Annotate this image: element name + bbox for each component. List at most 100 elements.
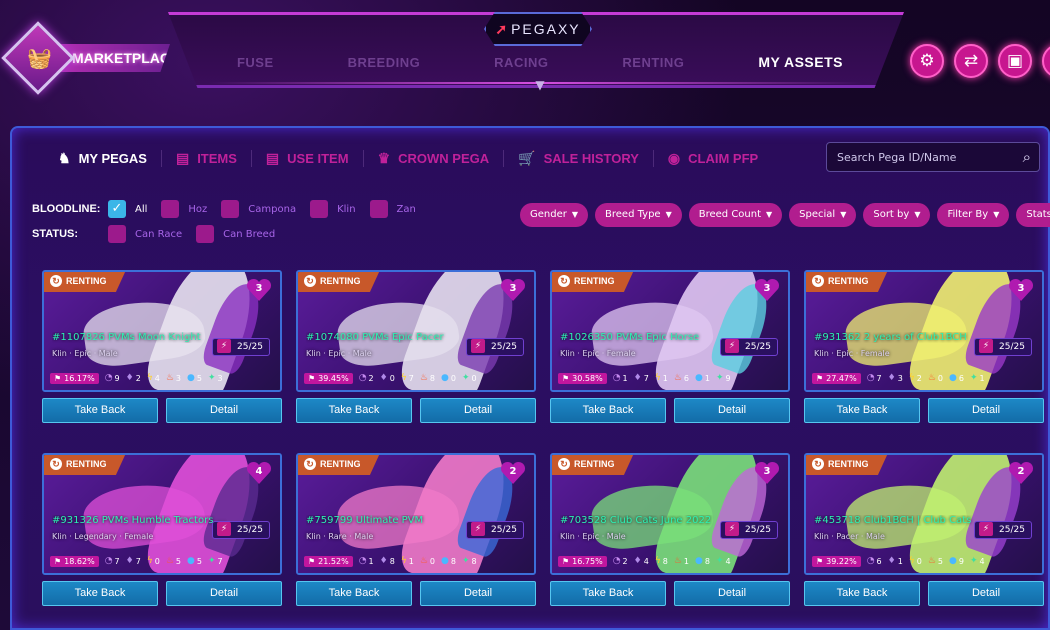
take-back-button[interactable]: Take Back <box>804 581 920 606</box>
bloodline-hoz-checkbox[interactable]: Hoz <box>161 200 207 218</box>
nav-tab-renting[interactable]: RENTING <box>622 55 684 70</box>
water-icon: ● <box>441 373 449 383</box>
speed-value: 2 <box>368 373 374 383</box>
settings-icon[interactable]: ⚙ <box>910 44 944 78</box>
wallet-icon[interactable]: ▣ <box>998 44 1032 78</box>
water-icon: ● <box>695 373 703 383</box>
bloodline-all-checkbox[interactable]: ✓ All <box>108 200 147 218</box>
pega-card[interactable]: ↻ RENTING 3 #1026350 PVMs Epic Horse Klin… <box>550 270 790 428</box>
detail-button[interactable]: Detail <box>928 398 1044 423</box>
bloodline-klin-checkbox[interactable]: Klin <box>310 200 356 218</box>
tab-sale-history[interactable]: 🛒 SALE HISTORY <box>504 149 654 167</box>
tab-my-pegas[interactable]: ♞ MY PEGAS <box>44 149 162 167</box>
nav-tab-breeding[interactable]: BREEDING <box>348 55 421 70</box>
pega-card-frame[interactable]: ↻ RENTING 4 #931326 PVMs Humble Tractors … <box>42 453 282 575</box>
pega-name: #453718 Club1BCH | Club Cats <box>814 515 972 526</box>
filter-by-dropdown[interactable]: Filter By ▼ <box>937 203 1010 227</box>
nav-tab-racing[interactable]: RACING <box>494 55 548 70</box>
pega-card-frame[interactable]: ↻ RENTING 3 #703528 Club Cats June 2022 K… <box>550 453 790 575</box>
logout-icon[interactable]: ⏻ <box>1042 44 1050 78</box>
water-icon: ● <box>187 556 195 566</box>
status-can-breed-checkbox[interactable]: Can Breed <box>196 225 275 243</box>
energy-value: 25/25 <box>745 342 771 352</box>
detail-button[interactable]: Detail <box>166 581 282 606</box>
pega-card[interactable]: ↻ RENTING 3 #703528 Club Cats June 2022 K… <box>550 453 790 611</box>
water-stat: ● 8 <box>695 556 710 566</box>
pega-card-frame[interactable]: ↻ RENTING 2 #759799 Ultimate PVM Klin · R… <box>296 453 536 575</box>
strength-stat: ♦ 7 <box>126 556 141 566</box>
detail-button[interactable]: Detail <box>674 398 790 423</box>
take-back-button[interactable]: Take Back <box>296 581 412 606</box>
detail-button[interactable]: Detail <box>928 581 1044 606</box>
search-box: ⌕ <box>826 142 1040 172</box>
take-back-button[interactable]: Take Back <box>42 398 158 423</box>
pega-card[interactable]: ↻ RENTING 4 #931326 PVMs Humble Tractors … <box>42 453 282 611</box>
lightning-icon: ⚡ <box>217 339 231 353</box>
pega-card-frame[interactable]: ↻ RENTING 3 #1026350 PVMs Epic Horse Klin… <box>550 270 790 392</box>
pega-card-frame[interactable]: ↻ RENTING 3 #931362 2 years of Club1BCH K… <box>804 270 1044 392</box>
pega-card[interactable]: ↻ RENTING 3 #1107826 PVMs Moon Knight Kli… <box>42 270 282 428</box>
fire-stat: ♨ 0 <box>928 373 943 383</box>
bolt-icon: ϟ <box>400 556 407 566</box>
search-input[interactable] <box>837 150 1023 164</box>
strength-stat: ♦ 1 <box>888 556 903 566</box>
wind-icon: ✦ <box>207 556 216 566</box>
status-can-race-checkbox[interactable]: Can Race <box>108 225 182 243</box>
take-back-button[interactable]: Take Back <box>296 398 412 423</box>
search-icon[interactable]: ⌕ <box>1023 148 1031 166</box>
tab-crown-pega[interactable]: ♛ CROWN PEGA <box>364 149 505 167</box>
take-back-button[interactable]: Take Back <box>550 581 666 606</box>
status-filter: STATUS: Can Race Can Breed <box>32 224 289 244</box>
marketplace-logo[interactable]: MARKETPLACE 🧺 <box>1 21 171 95</box>
take-back-button[interactable]: Take Back <box>42 581 158 606</box>
pega-card[interactable]: ↻ RENTING 3 #1074080 PVMs Epic Pacer Klin… <box>296 270 536 428</box>
nav-tab-my-assets[interactable]: MY ASSETS <box>758 54 843 70</box>
strength-icon: ♦ <box>887 373 896 383</box>
checkbox-label: All <box>135 203 148 215</box>
checkbox-box <box>221 200 240 218</box>
breed-type-dropdown[interactable]: Breed Type ▼ <box>595 203 682 227</box>
take-back-button[interactable]: Take Back <box>550 398 666 423</box>
pegaxy-logo[interactable]: ➚ PEGAXY <box>484 12 592 46</box>
sub-tabs: ♞ MY PEGAS ▤ ITEMS ▤ USE ITEM ♛ CROWN PEGA 🛒… <box>44 146 772 170</box>
renting-icon: ↻ <box>50 458 62 470</box>
detail-button[interactable]: Detail <box>166 398 282 423</box>
heart-count: 3 <box>763 466 771 477</box>
card-actions: Take Back Detail <box>42 581 282 606</box>
pega-card-frame[interactable]: ↻ RENTING 2 #453718 Club1BCH | Club Cats … <box>804 453 1044 575</box>
breed-count-dropdown[interactable]: Breed Count ▼ <box>688 203 783 227</box>
pega-card[interactable]: ↻ RENTING 2 #759799 Ultimate PVM Klin · R… <box>296 453 536 611</box>
sort-by-dropdown[interactable]: Sort by ▼ <box>863 203 931 227</box>
tab-items[interactable]: ▤ ITEMS <box>162 149 252 167</box>
pega-card[interactable]: ↻ RENTING 3 #931362 2 years of Club1BCH K… <box>804 270 1044 428</box>
nav-tab-fuse[interactable]: FUSE <box>237 55 274 70</box>
pega-card[interactable]: ↻ RENTING 2 #453718 Club1BCH | Club Cats … <box>804 453 1044 611</box>
card-actions: Take Back Detail <box>804 581 1044 606</box>
bolt-icon: ϟ <box>400 373 407 383</box>
pega-stats: ⚑ 16.75% ◔ 2 ♦ 4 ϟ8 ♨ 1 ● 8 ✦ 4 <box>558 553 782 569</box>
take-back-button[interactable]: Take Back <box>804 398 920 423</box>
swap-icon[interactable]: ⇄ <box>954 44 988 78</box>
water-stat: ● 8 <box>441 556 456 566</box>
tab-claim-pfp[interactable]: ◉ CLAIM PFP <box>654 150 772 167</box>
tab-use-item[interactable]: ▤ USE ITEM <box>252 149 364 167</box>
stats-dropdown[interactable]: Stats▼ <box>1016 203 1050 227</box>
bloodline-zan-checkbox[interactable]: Zan <box>369 200 416 218</box>
strength-value: 7 <box>643 373 649 383</box>
gender-dropdown[interactable]: Gender ▼ <box>520 203 589 227</box>
special-dropdown[interactable]: Special ▼ <box>789 203 857 227</box>
pega-card-frame[interactable]: ↻ RENTING 3 #1107826 PVMs Moon Knight Kli… <box>42 270 282 392</box>
detail-button[interactable]: Detail <box>674 581 790 606</box>
water-icon: ● <box>441 556 449 566</box>
pega-stats: ⚑ 21.52% ◔ 1 ♦ 8 ϟ1 ♨ 0 ● 8 ✦ 8 <box>304 553 528 569</box>
strength-icon: ♦ <box>379 556 388 566</box>
detail-button[interactable]: Detail <box>420 581 536 606</box>
chevron-down-icon[interactable]: ▼ <box>529 78 551 92</box>
fire-icon: ♨ <box>673 556 682 566</box>
detail-button[interactable]: Detail <box>420 398 536 423</box>
bloodline-campona-checkbox[interactable]: Campona <box>221 200 296 218</box>
check-icon: ✓ <box>108 200 126 218</box>
pega-card-frame[interactable]: ↻ RENTING 3 #1074080 PVMs Epic Pacer Klin… <box>296 270 536 392</box>
fire-value: 0 <box>937 373 944 383</box>
pega-stats: ⚑ 30.58% ◔ 1 ♦ 7 ϟ1 ♨ 6 ● 1 ✦ 9 <box>558 370 782 386</box>
